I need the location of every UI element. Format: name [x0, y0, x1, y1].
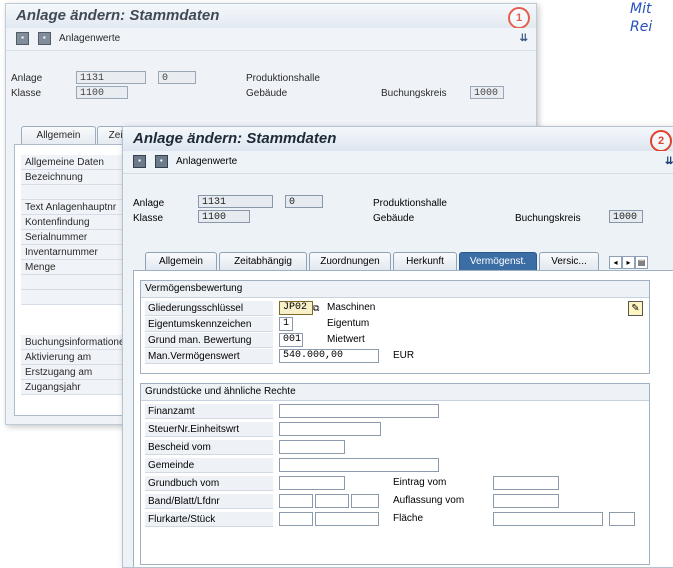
caption: Mit Rei: [630, 0, 673, 36]
w2-anlage-label: Anlage: [133, 198, 165, 209]
gemeinde-field[interactable]: [279, 458, 439, 472]
w2-anlage-sub-field[interactable]: 0: [285, 195, 323, 208]
group-1-title: Vermögensbewertung: [141, 281, 649, 298]
w1-tab-allgemein[interactable]: Allgemein: [21, 126, 96, 144]
grund-bewertung-text: Mietwert: [327, 334, 365, 345]
group-grundstuecke: Grundstücke und ähnliche Rechte Finanzam…: [140, 383, 650, 565]
band-field[interactable]: [279, 494, 313, 508]
window-2-toolbar-label[interactable]: Anlagenwerte: [176, 156, 237, 167]
w1-buchungskreis-field[interactable]: 1000: [470, 86, 504, 99]
finanzamt-field[interactable]: [279, 404, 439, 418]
window-2-titlebar: Anlage ändern: Stammdaten 2: [123, 127, 673, 152]
window-2-expand-icon[interactable]: ⇊: [665, 151, 673, 173]
lfdnr-field[interactable]: [351, 494, 379, 508]
window-2-header: Anlage 1131 0 Produktionshalle Klasse 11…: [123, 174, 673, 234]
save-icon[interactable]: ▪: [16, 31, 29, 45]
flurkarte-field[interactable]: [279, 512, 313, 526]
eigentumskennzeichen-field[interactable]: 1: [279, 317, 293, 331]
w2-klasse-text: Gebäude: [373, 213, 415, 224]
tab-scroll-right-icon[interactable]: ▸: [622, 256, 635, 269]
window-2-tabs: Allgemein Zeitabhängig Zuordnungen Herku…: [145, 252, 673, 272]
flaeche-unit-field[interactable]: [609, 512, 635, 526]
bescheid-label: Bescheid vom: [145, 440, 273, 455]
w2-buchungskreis-label: Buchungskreis: [515, 213, 581, 224]
tab-list-icon[interactable]: ▤: [635, 256, 648, 269]
grundbuch-label: Grundbuch vom: [145, 476, 273, 491]
caption-line-2: Rei: [630, 19, 653, 35]
band-label: Band/Blatt/Lfdnr: [145, 494, 273, 509]
window-1-expand-icon[interactable]: ⇊: [520, 28, 528, 50]
window-2-title: Anlage ändern: Stammdaten: [133, 130, 337, 147]
w1-anlage-text: Produktionshalle: [246, 73, 320, 84]
eigentumskennzeichen-text: Eigentum: [327, 318, 370, 329]
grundbuch-field[interactable]: [279, 476, 345, 490]
tab-zeitabhaengig[interactable]: Zeitabhängig: [219, 252, 307, 270]
edit-icon[interactable]: ✎: [628, 301, 643, 316]
window-1-header: Anlage 1131 0 Produktionshalle Klasse 11…: [6, 51, 536, 111]
grund-bewertung-label: Grund man. Bewertung: [145, 333, 273, 348]
tab-scroll-left-icon[interactable]: ◂: [609, 256, 622, 269]
eintrag-field[interactable]: [493, 476, 559, 490]
group-vermoegensbewertung: Vermögensbewertung Gliederungsschlüssel …: [140, 280, 650, 374]
w2-klasse-field[interactable]: 1100: [198, 210, 250, 223]
finanzamt-label: Finanzamt: [145, 404, 273, 419]
window-2: Anlage ändern: Stammdaten 2 ▪ ▪ Anlagenw…: [122, 126, 673, 568]
copy-icon[interactable]: ⧉: [313, 301, 319, 315]
w2-klasse-label: Klasse: [133, 213, 164, 224]
w1-klasse-label: Klasse: [11, 88, 42, 99]
steuernr-label: SteuerNr.Einheitswrt: [145, 422, 273, 437]
w2-anlage-text: Produktionshalle: [373, 198, 447, 209]
blatt-field[interactable]: [315, 494, 349, 508]
tab-allgemein[interactable]: Allgemein: [145, 252, 217, 270]
document-icon[interactable]: ▪: [154, 154, 168, 168]
w2-anlage-field[interactable]: 1131: [198, 195, 273, 208]
window-1-title: Anlage ändern: Stammdaten: [16, 7, 220, 24]
w1-klasse-field[interactable]: 1100: [76, 86, 128, 99]
auflassung-field[interactable]: [493, 494, 559, 508]
w1-anlage-label: Anlage: [11, 73, 43, 84]
tab-vermoegenst[interactable]: Vermögenst.: [459, 252, 537, 270]
auflassung-label: Auflassung vom: [393, 495, 465, 506]
w1-anlage-sub-field[interactable]: 0: [158, 71, 196, 84]
eintrag-label: Eintrag vom: [393, 477, 447, 488]
w1-buchungskreis-label: Buchungskreis: [381, 88, 447, 99]
window-1-titlebar: Anlage ändern: Stammdaten 1: [6, 4, 536, 29]
w2-buchungskreis-field[interactable]: 1000: [609, 210, 643, 223]
flaeche-label: Fläche: [393, 513, 424, 524]
tab-herkunft[interactable]: Herkunft: [393, 252, 457, 270]
gliederungsschluessel-label: Gliederungsschlüssel: [145, 301, 273, 316]
flaeche-field[interactable]: [493, 512, 603, 526]
save-icon[interactable]: ▪: [133, 154, 146, 168]
window-2-toolbar: ▪ ▪ Anlagenwerte ⇊: [123, 151, 673, 174]
vermoegenswert-currency: EUR: [393, 350, 415, 361]
gemeinde-label: Gemeinde: [145, 458, 273, 473]
w1-anlage-field[interactable]: 1131: [76, 71, 146, 84]
flurkarte-label: Flurkarte/Stück: [145, 512, 273, 527]
grund-bewertung-field[interactable]: 001: [279, 333, 303, 347]
eigentumskennzeichen-label: Eigentumskennzeichen: [145, 317, 273, 332]
vermoegenswert-field[interactable]: 540.000,00: [279, 349, 379, 363]
bescheid-field[interactable]: [279, 440, 345, 454]
step-badge-1: 1: [508, 7, 530, 29]
stueck-field[interactable]: [315, 512, 379, 526]
caption-line-1: Mit: [630, 1, 652, 17]
w1-klasse-text: Gebäude: [246, 88, 288, 99]
vermoegenswert-label: Man.Vermögenswert: [145, 349, 273, 364]
window-1-toolbar-label[interactable]: Anlagenwerte: [59, 33, 120, 44]
step-badge-2: 2: [650, 130, 672, 152]
tab-versic[interactable]: Versic...: [539, 252, 599, 270]
window-2-content: Vermögensbewertung Gliederungsschlüssel …: [133, 270, 673, 567]
gliederungsschluessel-text: Maschinen: [327, 302, 376, 313]
window-1-toolbar: ▪ ▪ Anlagenwerte ⇊: [6, 28, 536, 51]
tab-zuordnungen[interactable]: Zuordnungen: [309, 252, 391, 270]
group-2-title: Grundstücke und ähnliche Rechte: [141, 384, 649, 401]
gliederungsschluessel-field[interactable]: JP02: [279, 301, 313, 315]
document-icon[interactable]: ▪: [37, 31, 51, 45]
steuernr-field[interactable]: [279, 422, 381, 436]
